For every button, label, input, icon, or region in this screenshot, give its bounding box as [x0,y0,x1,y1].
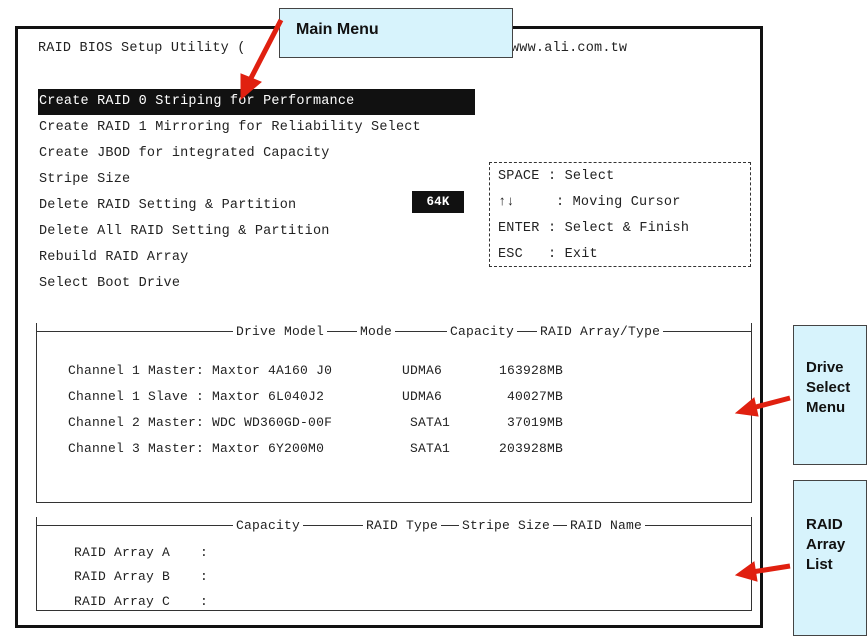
drive-select-arrow-icon [734,395,791,417]
main-menu-arrow-icon [240,18,284,101]
raid-array-arrow-icon [734,561,791,582]
callout-arrows [240,18,791,582]
